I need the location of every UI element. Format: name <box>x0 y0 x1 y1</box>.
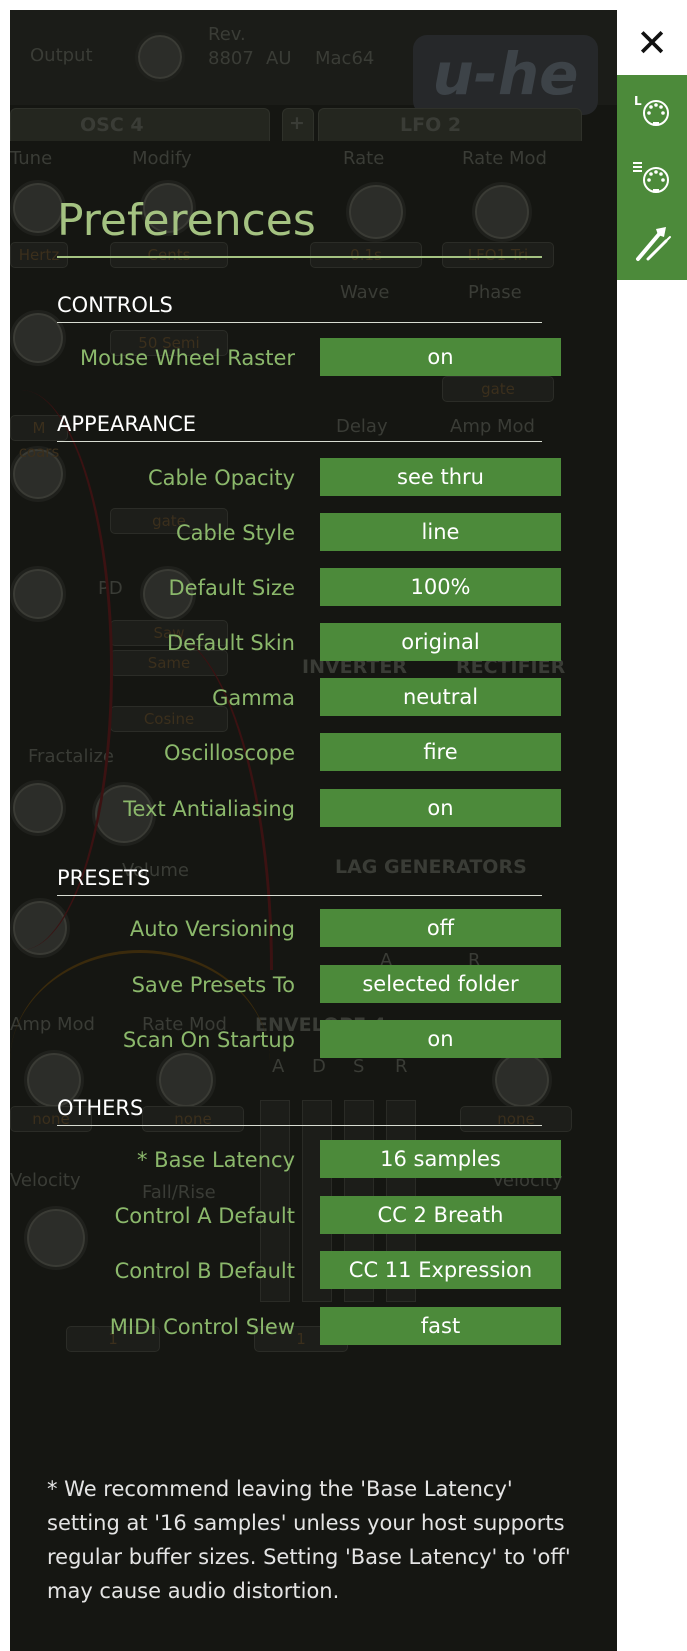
section-appearance-heading: APPEARANCE <box>57 412 197 436</box>
cable-style-label: Cable Style <box>175 521 295 545</box>
base-latency-button[interactable]: 16 samples <box>320 1140 561 1178</box>
default-skin-label: Default Skin <box>166 631 295 655</box>
section-presets-heading: PRESETS <box>57 866 151 890</box>
base-latency-footnote: * We recommend leaving the 'Base Latency… <box>47 1477 571 1603</box>
gamma-button[interactable]: neutral <box>320 678 561 716</box>
section-divider <box>57 322 542 323</box>
base-latency-label: * Base Latency <box>137 1148 295 1172</box>
close-icon: ✕ <box>636 20 668 65</box>
mouse-wheel-raster-button[interactable]: on <box>320 338 561 376</box>
right-toolbar: ✕ L <box>617 10 687 280</box>
midi-control-slew-button[interactable]: fast <box>320 1307 561 1345</box>
scan-on-startup-button[interactable]: on <box>320 1020 561 1058</box>
midi-control-slew-label: MIDI Control Slew <box>109 1315 295 1339</box>
mouse-wheel-raster-label: Mouse Wheel Raster <box>80 346 295 370</box>
default-size-label: Default Size <box>168 576 295 600</box>
midi-table-button[interactable] <box>617 145 687 210</box>
preferences-title: Preferences <box>57 195 316 246</box>
midi-learn-icon: L <box>634 94 669 126</box>
text-antialiasing-label: Text Antialiasing <box>123 797 295 821</box>
section-divider <box>57 441 542 442</box>
preferences-tools-button[interactable] <box>617 210 687 275</box>
save-presets-to-button[interactable]: selected folder <box>320 965 561 1003</box>
scan-on-startup-label: Scan On Startup <box>122 1028 295 1052</box>
section-divider <box>57 1125 542 1126</box>
oscilloscope-button[interactable]: fire <box>320 733 561 771</box>
auto-versioning-button[interactable]: off <box>320 909 561 947</box>
section-divider <box>57 895 542 896</box>
save-presets-to-label: Save Presets To <box>131 973 295 997</box>
cable-opacity-button[interactable]: see thru <box>320 458 561 496</box>
cable-opacity-label: Cable Opacity <box>147 466 295 490</box>
auto-versioning-label: Auto Versioning <box>129 917 295 941</box>
cable-style-button[interactable]: line <box>320 513 561 551</box>
wrench-screwdriver-icon <box>636 226 671 261</box>
svg-text:L: L <box>634 94 642 108</box>
gamma-label: Gamma <box>212 686 295 710</box>
title-divider <box>57 256 542 258</box>
oscilloscope-label: Oscilloscope <box>164 741 295 765</box>
section-others-heading: OTHERS <box>57 1096 144 1120</box>
section-controls-heading: CONTROLS <box>57 293 173 317</box>
preferences-panel: Preferences CONTROLS Mouse Wheel Raster … <box>10 10 617 1651</box>
text-antialiasing-button[interactable]: on <box>320 789 561 827</box>
control-b-default-label: Control B Default <box>114 1259 295 1283</box>
control-a-default-label: Control A Default <box>114 1204 295 1228</box>
midi-table-icon <box>633 161 669 193</box>
close-button[interactable]: ✕ <box>617 10 687 75</box>
default-size-button[interactable]: 100% <box>320 568 561 606</box>
control-b-default-button[interactable]: CC 11 Expression <box>320 1251 561 1289</box>
default-skin-button[interactable]: original <box>320 623 561 661</box>
control-a-default-button[interactable]: CC 2 Breath <box>320 1196 561 1234</box>
midi-learn-button[interactable]: L <box>617 78 687 143</box>
